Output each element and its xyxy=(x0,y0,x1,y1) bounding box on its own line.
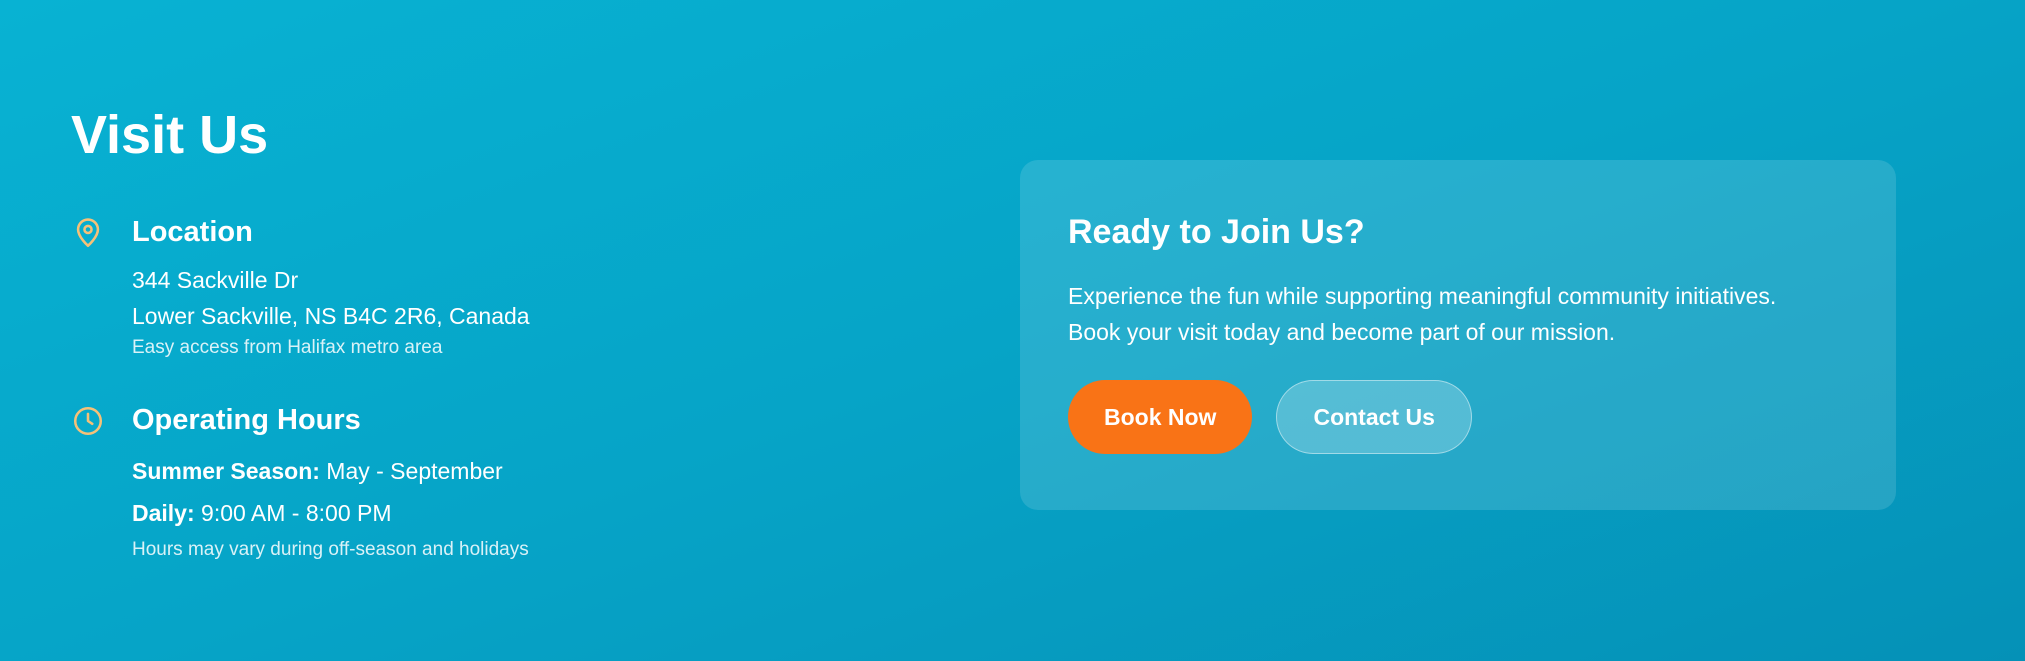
daily-label: Daily: xyxy=(132,500,195,526)
visit-info: Visit Us Location 344 Sackville Dr Lower… xyxy=(71,100,971,564)
visit-us-section: Visit Us Location 344 Sackville Dr Lower… xyxy=(0,0,2025,661)
season-value: May - September xyxy=(326,458,503,484)
location-note: Easy access from Halifax metro area xyxy=(132,337,443,358)
address-line-2: Lower Sackville, NS B4C 2R6, Canada xyxy=(132,303,530,329)
season-label: Summer Season: xyxy=(132,458,320,484)
cta-text: Experience the fun while supporting mean… xyxy=(1068,278,1828,350)
location-heading: Location xyxy=(132,216,253,248)
cta-title: Ready to Join Us? xyxy=(1068,213,1365,251)
daily-hours: Daily: 9:00 AM - 8:00 PM xyxy=(132,492,971,534)
cta-buttons: Book Now Contact Us xyxy=(1068,380,1848,454)
hours-heading: Operating Hours xyxy=(132,404,361,436)
book-now-button[interactable]: Book Now xyxy=(1068,380,1253,454)
location-block: Location 344 Sackville Dr Lower Sackvill… xyxy=(71,214,971,362)
address-line-1: 344 Sackville Dr xyxy=(132,267,299,293)
cta-text-line-2: Book your visit today and become part of… xyxy=(1068,319,1616,345)
daily-value: 9:00 AM - 8:00 PM xyxy=(201,500,392,526)
cta-card: Ready to Join Us? Experience the fun whi… xyxy=(1020,160,1896,510)
section-title: Visit Us xyxy=(71,105,269,165)
cta-text-line-1: Experience the fun while supporting mean… xyxy=(1068,283,1777,309)
contact-us-button[interactable]: Contact Us xyxy=(1276,380,1472,454)
map-pin-icon xyxy=(76,218,100,248)
hours-block: Operating Hours Summer Season: May - Sep… xyxy=(71,402,971,564)
season-hours: Summer Season: May - September xyxy=(132,450,971,492)
hours-note: Hours may vary during off-season and hol… xyxy=(132,539,529,560)
clock-icon xyxy=(73,406,103,436)
